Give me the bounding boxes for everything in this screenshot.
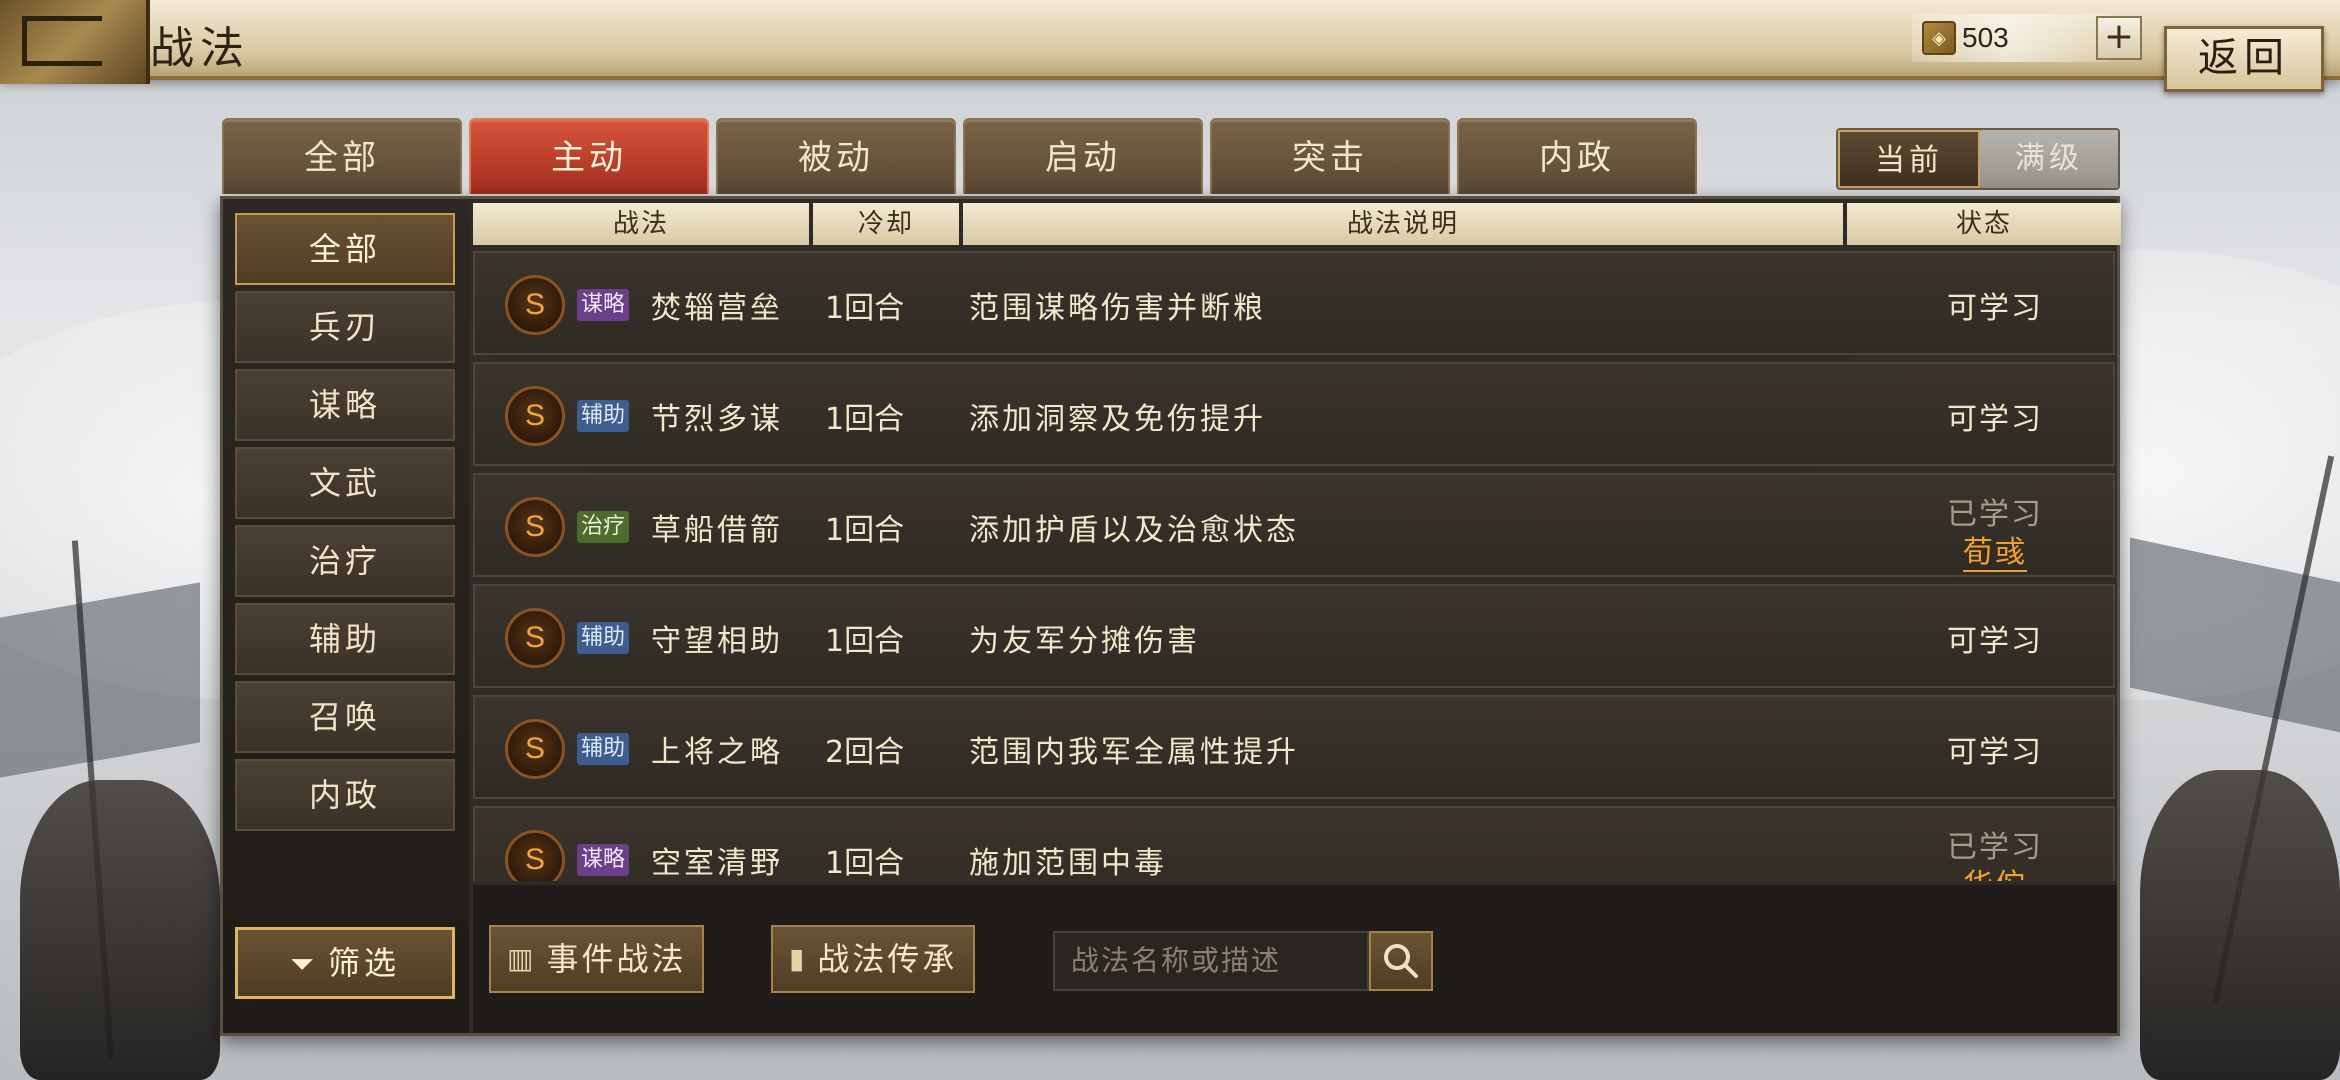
- filter-funnel-icon: ⏷: [289, 947, 318, 982]
- sidebar-item-heal[interactable]: 治疗: [235, 525, 455, 597]
- toggle-current[interactable]: 当前: [1838, 130, 1980, 188]
- skill-status: 可学习: [1947, 402, 2043, 437]
- type-tag: 辅助: [577, 733, 630, 765]
- skill-cooldown: 1回合: [825, 291, 905, 326]
- sidebar-item-internal[interactable]: 内政: [235, 759, 455, 831]
- type-tag: 治疗: [577, 511, 630, 543]
- type-tag: 谋略: [577, 289, 630, 321]
- table-row[interactable]: S 辅助 守望相助 1回合 为友军分摊伤害 可学习: [473, 584, 2115, 688]
- skill-name: 节烈多谋: [651, 402, 783, 437]
- skill-status: 可学习: [1947, 735, 2043, 770]
- filter-label: 筛选: [327, 944, 400, 982]
- grade-s-icon: S: [505, 719, 565, 779]
- page-title: 战法: [150, 23, 250, 74]
- skill-description: 添加护盾以及治愈状态: [969, 513, 1299, 548]
- table-row[interactable]: S 谋略 空室清野 1回合 施加范围中毒 已学习 华佗: [473, 806, 2115, 881]
- skill-description: 为友军分摊伤害: [969, 624, 1200, 659]
- grade-s-icon: S: [505, 608, 565, 668]
- tab-active-skills[interactable]: 主动: [469, 118, 709, 194]
- table-row[interactable]: S 谋略 焚辎营垒 1回合 范围谋略伤害并断粮 可学习: [473, 251, 2115, 355]
- top-bar: 战法 ◈ 503 +: [0, 0, 2340, 84]
- skill-name: 上将之略: [651, 735, 783, 770]
- skill-status: 可学习: [1947, 291, 2043, 326]
- grade-s-icon: S: [505, 386, 565, 446]
- type-tag: 辅助: [577, 400, 630, 432]
- skill-cooldown: 1回合: [825, 513, 905, 548]
- level-toggle: 当前 满级: [1836, 128, 2120, 190]
- currency-amount: 503: [1962, 22, 2009, 53]
- tab-trigger[interactable]: 启动: [963, 118, 1203, 194]
- category-tabs: 全部 主动 被动 启动 突击 内政: [222, 118, 1697, 194]
- tab-passive[interactable]: 被动: [716, 118, 956, 194]
- header-skill: 战法: [473, 203, 809, 245]
- tab-all[interactable]: 全部: [222, 118, 462, 194]
- type-tag: 辅助: [577, 622, 630, 654]
- search-button[interactable]: [1369, 931, 1433, 991]
- skill-name: 空室清野: [651, 846, 783, 881]
- event-skills-button[interactable]: ▥ 事件战法: [489, 925, 705, 993]
- skill-status: 可学习: [1947, 624, 2043, 659]
- header-cooldown: 冷却: [813, 203, 959, 245]
- skill-name: 焚辎营垒: [651, 291, 783, 326]
- tab-internal-affairs[interactable]: 内政: [1457, 118, 1697, 194]
- type-tag: 谋略: [577, 844, 630, 876]
- sidebar-item-civil-military[interactable]: 文武: [235, 447, 455, 519]
- scroll-icon: ▮: [789, 942, 808, 975]
- learned-by-general[interactable]: 华佗: [1895, 860, 2095, 881]
- title-ornament-icon: [0, 0, 150, 84]
- skill-name: 守望相助: [651, 624, 783, 659]
- general-name: 荀彧: [1963, 535, 2027, 572]
- event-icon: ▥: [507, 942, 537, 975]
- table-row[interactable]: S 治疗 草船借箭 1回合 添加护盾以及治愈状态 已学习 荀彧: [473, 473, 2115, 577]
- sidebar: 全部 兵刃 谋略 文武 治疗 辅助 召唤 内政 ⏷ 筛选: [223, 199, 469, 1033]
- grade-s-icon: S: [505, 275, 565, 335]
- skill-description: 范围谋略伤害并断粮: [969, 291, 1266, 326]
- skill-description: 范围内我军全属性提升: [969, 735, 1299, 770]
- event-skills-label: 事件战法: [546, 940, 687, 978]
- skill-description: 施加范围中毒: [969, 846, 1167, 881]
- back-button[interactable]: 返回: [2164, 26, 2324, 92]
- toggle-max-level[interactable]: 满级: [1980, 130, 2118, 188]
- tab-assault[interactable]: 突击: [1210, 118, 1450, 194]
- currency-display: ◈ 503: [1912, 14, 2110, 62]
- skill-inherit-label: 战法传承: [817, 940, 958, 978]
- skill-cooldown: 1回合: [825, 624, 905, 659]
- sidebar-item-all[interactable]: 全部: [235, 213, 455, 285]
- filter-button[interactable]: ⏷ 筛选: [235, 927, 455, 999]
- add-currency-button[interactable]: +: [2096, 16, 2142, 60]
- grade-s-icon: S: [505, 830, 565, 881]
- skill-cooldown: 1回合: [825, 846, 905, 881]
- skill-list: S 谋略 焚辎营垒 1回合 范围谋略伤害并断粮 可学习 S 辅助 节烈多谋 1回…: [473, 251, 2115, 881]
- bottom-bar: ▥ 事件战法 ▮ 战法传承 战法名称或描述: [473, 885, 2117, 1033]
- skill-inherit-button[interactable]: ▮ 战法传承: [771, 925, 976, 993]
- search-icon: [1384, 944, 1418, 978]
- skill-description: 添加洞察及免伤提升: [969, 402, 1266, 437]
- table-row[interactable]: S 辅助 上将之略 2回合 范围内我军全属性提升 可学习: [473, 695, 2115, 799]
- coin-icon: ◈: [1922, 21, 1956, 55]
- sidebar-item-summon[interactable]: 召唤: [235, 681, 455, 753]
- grade-s-icon: S: [505, 497, 565, 557]
- skill-panel: 全部 兵刃 谋略 文武 治疗 辅助 召唤 内政 ⏷ 筛选 战法 冷却 战法说明 状…: [220, 196, 2121, 1036]
- sidebar-item-support[interactable]: 辅助: [235, 603, 455, 675]
- sidebar-item-weapon[interactable]: 兵刃: [235, 291, 455, 363]
- table-row[interactable]: S 辅助 节烈多谋 1回合 添加洞察及免伤提升 可学习: [473, 362, 2115, 466]
- table-header: 战法 冷却 战法说明 状态: [473, 203, 2121, 245]
- learned-by-general[interactable]: 荀彧: [1895, 527, 2095, 572]
- header-status: 状态: [1847, 203, 2121, 245]
- skill-name: 草船借箭: [651, 513, 783, 548]
- skill-cooldown: 2回合: [825, 735, 905, 770]
- general-name: 华佗: [1963, 868, 2027, 881]
- search-input[interactable]: 战法名称或描述: [1053, 931, 1369, 991]
- header-description: 战法说明: [963, 203, 1843, 245]
- sidebar-item-strategy[interactable]: 谋略: [235, 369, 455, 441]
- skill-cooldown: 1回合: [825, 402, 905, 437]
